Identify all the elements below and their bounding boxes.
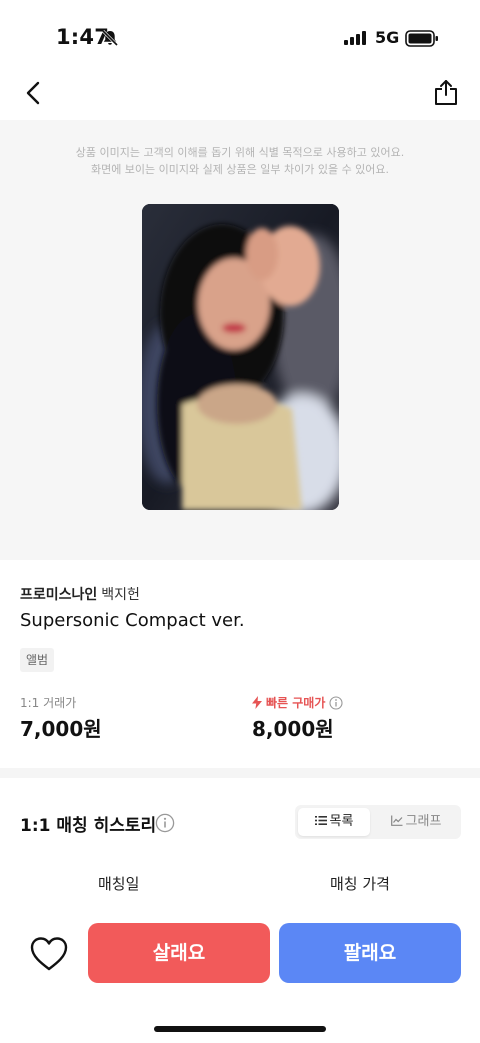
status-bar: 1:47 5G <box>0 0 480 70</box>
line-chart-icon <box>390 815 403 826</box>
disclaimer-line-2: 화면에 보이는 이미지와 실제 상품은 일부 차이가 있을 수 있어요. <box>90 163 390 176</box>
matching-history-title: 1:1 매칭 히스토리 <box>20 816 157 836</box>
back-icon[interactable] <box>22 80 46 106</box>
toggle-list-label: 목록 <box>329 814 354 829</box>
nav-bar <box>0 70 480 120</box>
info-icon[interactable] <box>329 696 343 710</box>
section-divider <box>0 768 480 778</box>
home-indicator <box>154 1026 326 1032</box>
bell-muted-icon <box>101 29 119 47</box>
history-info-icon[interactable] <box>155 813 175 833</box>
heart-icon[interactable] <box>29 936 69 972</box>
signal-icon <box>344 31 366 45</box>
member-name: 백지헌 <box>101 587 140 603</box>
toggle-graph-label: 그래프 <box>405 814 442 829</box>
disclaimer-line-1: 상품 이미지는 고객의 이해를 돕기 위해 식별 목적으로 사용하고 있어요. <box>75 146 405 159</box>
product-detail-screen: 1:47 5G 상품 이미지는 고객의 이해를 돕기 위해 식별 목적으로 사용… <box>0 0 480 1043</box>
share-icon[interactable] <box>433 78 459 106</box>
fast-price-label-row: 빠른 구매가 <box>252 694 343 711</box>
battery-icon <box>405 30 438 47</box>
buy-button[interactable]: 살래요 <box>88 923 270 983</box>
network-label: 5G <box>375 28 400 47</box>
category-badge: 앨범 <box>20 648 55 672</box>
lightning-icon <box>252 696 262 709</box>
trade-price-value: 7,000원 <box>20 717 102 741</box>
column-header-date: 매칭일 <box>98 875 140 893</box>
bottom-action-bar: 살래요 팔래요 <box>0 914 480 1043</box>
toggle-list-button[interactable]: 목록 <box>298 808 370 836</box>
sell-button[interactable]: 팔래요 <box>279 923 461 983</box>
fast-price-label: 빠른 구매가 <box>266 696 326 710</box>
view-toggle: 목록 그래프 <box>295 805 461 839</box>
toggle-graph-button[interactable]: 그래프 <box>380 808 452 836</box>
product-name: Supersonic Compact ver. <box>20 610 245 631</box>
brand-name: 프로미스나인 <box>20 587 98 603</box>
trade-price-label: 1:1 거래가 <box>20 696 77 710</box>
list-icon <box>314 816 327 825</box>
product-image-area: 상품 이미지는 고객의 이해를 돕기 위해 식별 목적으로 사용하고 있어요. … <box>0 120 480 560</box>
image-disclaimer: 상품 이미지는 고객의 이해를 돕기 위해 식별 목적으로 사용하고 있어요. … <box>0 144 480 178</box>
product-brand: 프로미스나인 백지헌 <box>20 584 140 604</box>
product-photocard-image[interactable] <box>142 204 339 510</box>
column-header-price: 매칭 가격 <box>330 875 390 893</box>
fast-price-value: 8,000원 <box>252 717 334 741</box>
